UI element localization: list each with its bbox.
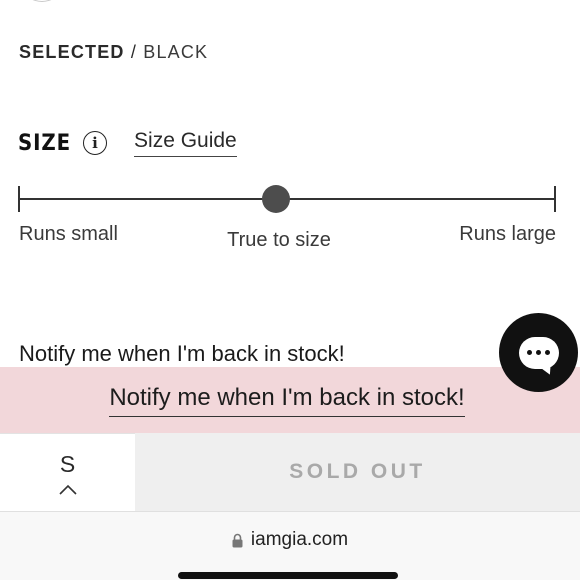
selected-label: SELECTED xyxy=(19,42,125,62)
selected-color-value: BLACK xyxy=(143,42,209,62)
selected-separator: / xyxy=(130,42,138,62)
color-swatch-partial[interactable] xyxy=(24,0,60,2)
browser-address-bar: iamgia.com xyxy=(0,511,580,580)
sold-out-button: SOLD OUT xyxy=(135,433,580,511)
purchase-bar: S SOLD OUT xyxy=(0,433,580,511)
selected-size: S xyxy=(59,451,76,477)
info-icon[interactable]: i xyxy=(83,131,108,155)
back-in-stock-text: Notify me when I'm back in stock! xyxy=(19,341,345,366)
size-guide-link[interactable]: Size Guide xyxy=(134,129,237,157)
selected-color: SELECTED / BLACK xyxy=(19,42,208,63)
home-indicator[interactable] xyxy=(178,572,398,579)
chat-button[interactable] xyxy=(499,313,578,392)
fit-scale: Runs small True to size Runs large xyxy=(18,180,558,260)
size-heading: SIZE xyxy=(18,130,72,156)
info-icon-glyph: i xyxy=(92,134,98,152)
fit-label-runs-large: Runs large xyxy=(459,223,556,245)
url-display[interactable]: iamgia.com xyxy=(0,529,580,551)
chevron-up-icon xyxy=(58,484,77,495)
lock-icon xyxy=(232,533,243,547)
fit-indicator xyxy=(262,185,291,213)
notify-banner: Notify me when I'm back in stock! xyxy=(0,367,580,433)
chat-dot xyxy=(545,350,550,355)
fit-label-runs-small: Runs small xyxy=(19,223,118,245)
fit-label-true-to-size: True to size xyxy=(227,229,331,251)
size-selector[interactable]: S xyxy=(0,433,135,511)
chat-dot xyxy=(527,350,532,355)
product-page: SELECTED / BLACK SIZE i Size Guide Runs … xyxy=(0,0,580,580)
size-header: SIZE i Size Guide xyxy=(18,126,237,160)
notify-me-link[interactable]: Notify me when I'm back in stock! xyxy=(109,384,465,417)
chat-dot xyxy=(536,350,541,355)
fit-scale-start-cap xyxy=(18,186,20,212)
url-text: iamgia.com xyxy=(250,529,349,550)
chat-bubble-icon xyxy=(518,336,559,369)
fit-scale-end-cap xyxy=(554,186,556,212)
